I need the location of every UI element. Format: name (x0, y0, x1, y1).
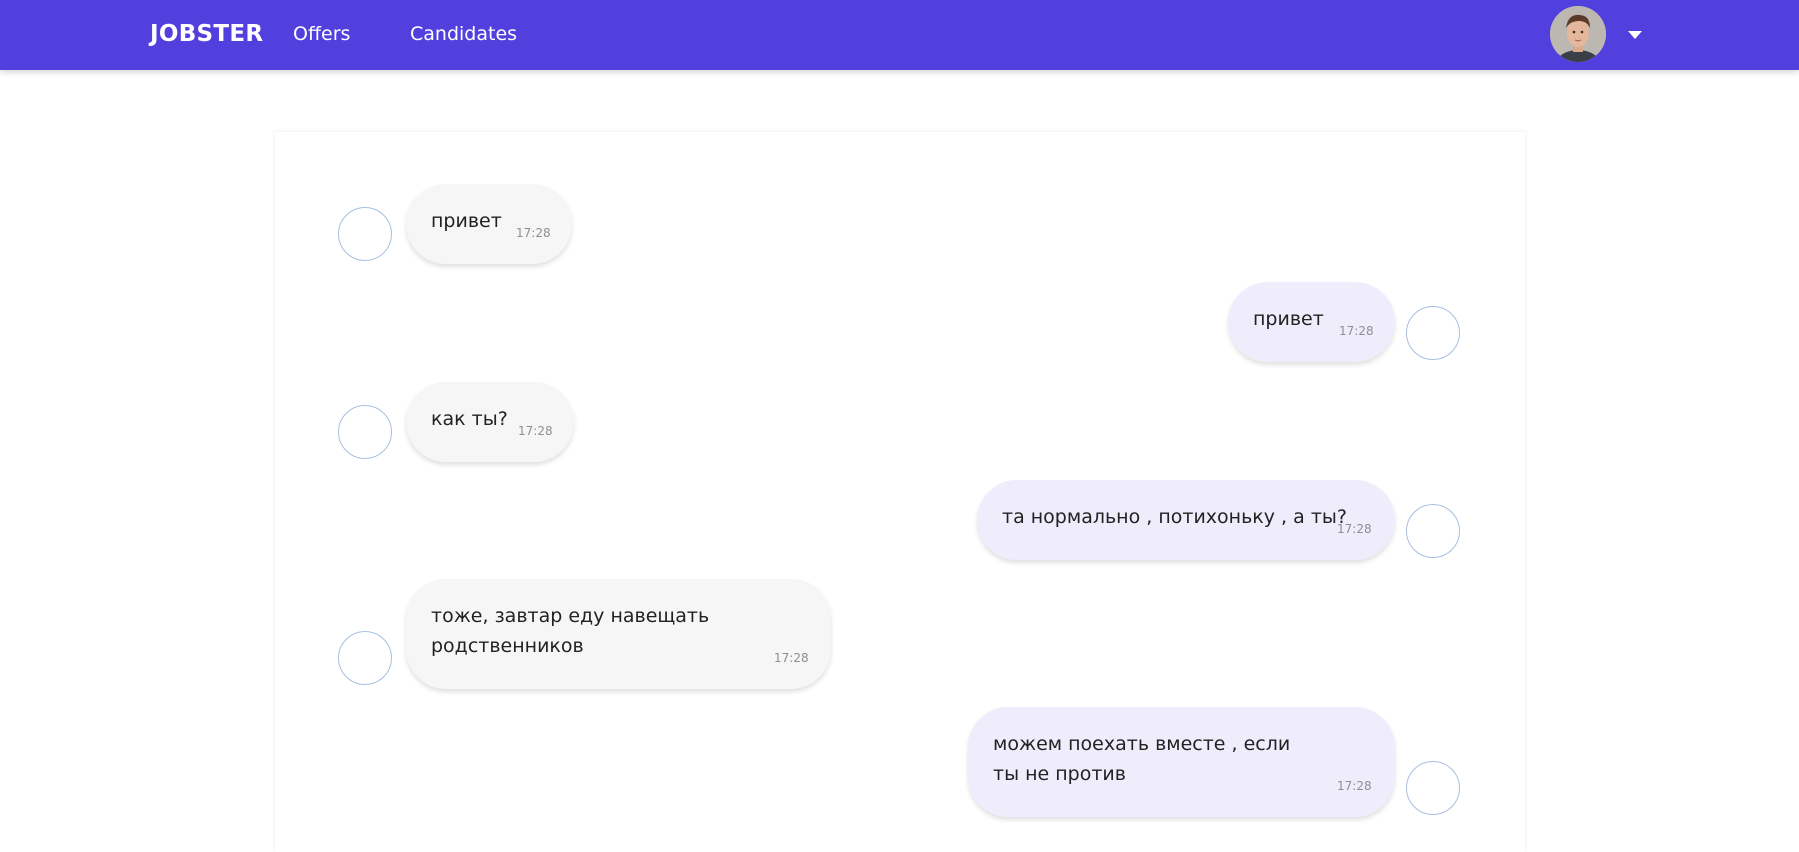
sender-avatar (338, 631, 392, 685)
message-text: можем поехать вместе , если ты не против (993, 733, 1297, 785)
top-navbar: JOBSTER Offers Candidates (0, 0, 1799, 70)
recipient-avatar (1406, 761, 1460, 815)
message-text: привет (431, 210, 502, 232)
chat-window: привет 17:28 привет 17:28 как ты? 17:28 … (275, 132, 1525, 852)
recipient-avatar (1406, 306, 1460, 360)
message-bubble: можем поехать вместе , если ты не против… (968, 707, 1395, 817)
sender-avatar (338, 207, 392, 261)
message-bubble: как ты? 17:28 (406, 382, 574, 462)
brand-logo[interactable]: JOBSTER (150, 21, 263, 47)
user-avatar[interactable] (1550, 6, 1606, 62)
message-time: 17:28 (1339, 324, 1374, 338)
message-text: привет (1253, 308, 1324, 330)
message-text: та нормально , потихоньку , а ты? (1002, 506, 1347, 528)
message-bubble: та нормально , потихоньку , а ты? 17:28 (977, 480, 1395, 560)
message-time: 17:28 (518, 424, 553, 438)
message-text: тоже, завтар еду навещать родственников (431, 605, 716, 657)
message-bubble: привет 17:28 (406, 184, 572, 264)
nav-link-offers[interactable]: Offers (293, 23, 350, 45)
message-time: 17:28 (774, 651, 809, 665)
message-bubble: тоже, завтар еду навещать родственников … (406, 579, 831, 689)
message-time: 17:28 (1337, 779, 1372, 793)
message-time: 17:28 (516, 226, 551, 240)
chevron-down-icon[interactable] (1628, 31, 1642, 39)
user-portrait-icon (1550, 6, 1606, 62)
nav-link-candidates[interactable]: Candidates (410, 23, 517, 45)
message-text: как ты? (431, 408, 508, 430)
sender-avatar (338, 405, 392, 459)
message-time: 17:28 (1337, 522, 1372, 536)
recipient-avatar (1406, 504, 1460, 558)
message-bubble: привет 17:28 (1228, 282, 1395, 362)
